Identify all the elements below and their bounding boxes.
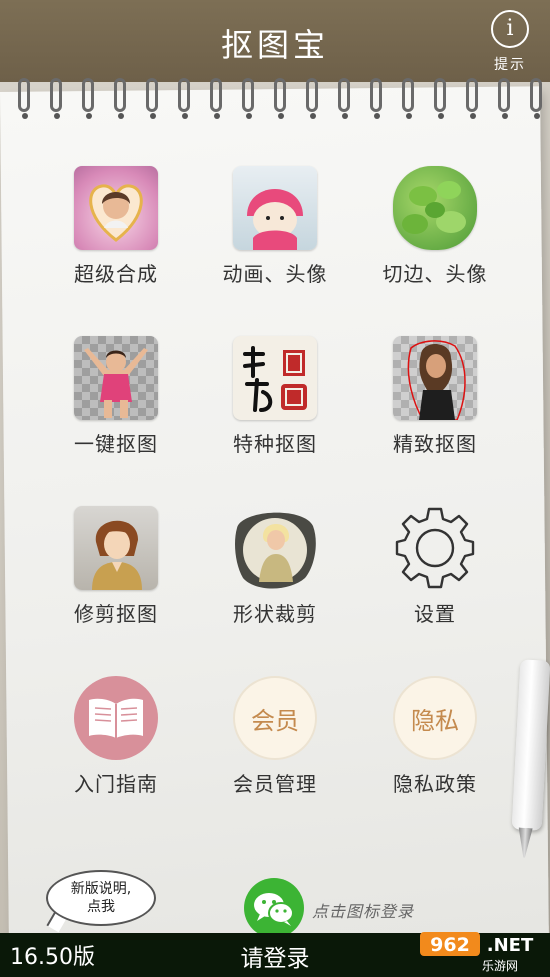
wechat-login-hint: 点击图标登录 <box>312 902 415 921</box>
svg-text:962: 962 <box>430 934 470 956</box>
feature-trim-cutout[interactable]: 修剪抠图 <box>36 506 196 627</box>
feature-fine-cutout[interactable]: 精致抠图 <box>355 336 515 457</box>
gear-icon <box>393 506 477 590</box>
app-title: 抠图宝 <box>220 26 329 64</box>
tips-label: 提示 <box>494 57 526 73</box>
feature-special-cutout[interactable]: 特种抠图 <box>195 336 355 457</box>
feature-label: 入门指南 <box>74 772 158 796</box>
feature-shape-crop[interactable]: 形状裁剪 <box>195 506 355 627</box>
shape-crop-portrait-icon <box>233 506 317 590</box>
leaves-icon <box>393 166 477 250</box>
info-icon: i <box>491 10 529 48</box>
svg-text:乐游网: 乐游网 <box>482 959 518 973</box>
vip-icon: 会员 <box>233 676 317 760</box>
feature-label: 动画、头像 <box>222 262 328 286</box>
heart-portrait-icon <box>74 166 158 250</box>
child-cutout-icon <box>74 336 158 420</box>
app-header: 抠图宝 i 提示 <box>0 0 550 82</box>
calligraphy-seal-icon <box>233 336 317 420</box>
woman-cutout-icon <box>393 336 477 420</box>
wechat-login-button[interactable] <box>244 878 304 938</box>
feature-getting-started[interactable]: 入门指南 <box>36 676 196 797</box>
feature-vip-management[interactable]: 会员 会员管理 <box>195 676 355 797</box>
release-notes-bubble[interactable]: 新版说明, 点我 <box>46 870 156 926</box>
feature-label: 特种抠图 <box>233 432 317 456</box>
feature-cartoon-avatar[interactable]: 动画、头像 <box>195 166 355 287</box>
site-watermark-logo: 962 .NET 乐游网 <box>416 930 542 974</box>
feature-edge-avatar[interactable]: 切边、头像 <box>355 166 515 287</box>
bubble-line-1: 新版说明, <box>70 881 132 897</box>
feature-label: 会员管理 <box>233 772 317 796</box>
feature-label: 精致抠图 <box>393 432 477 456</box>
bubble-line-2: 点我 <box>87 899 115 915</box>
tips-button[interactable]: i 提示 <box>490 10 530 74</box>
feature-label: 修剪抠图 <box>74 602 158 626</box>
svg-text:.NET: .NET <box>487 935 534 956</box>
wechat-icon <box>254 893 294 926</box>
cartoon-character-icon <box>233 166 317 250</box>
privacy-icon: 隐私 <box>393 676 477 760</box>
feature-label: 形状裁剪 <box>233 602 317 626</box>
feature-label: 一键抠图 <box>74 432 158 456</box>
open-book-icon <box>74 676 158 760</box>
feature-super-compose[interactable]: 超级合成 <box>36 166 196 287</box>
feature-settings[interactable]: 设置 <box>355 506 515 627</box>
spiral-binding <box>0 78 550 128</box>
feature-one-click-cutout[interactable]: 一键抠图 <box>36 336 196 457</box>
feature-label: 设置 <box>414 602 456 626</box>
feature-privacy-policy[interactable]: 隐私 隐私政策 <box>355 676 515 797</box>
anime-character-icon <box>74 506 158 590</box>
feature-label: 隐私政策 <box>393 772 477 796</box>
feature-label: 超级合成 <box>74 262 158 286</box>
feature-label: 切边、头像 <box>382 262 488 286</box>
